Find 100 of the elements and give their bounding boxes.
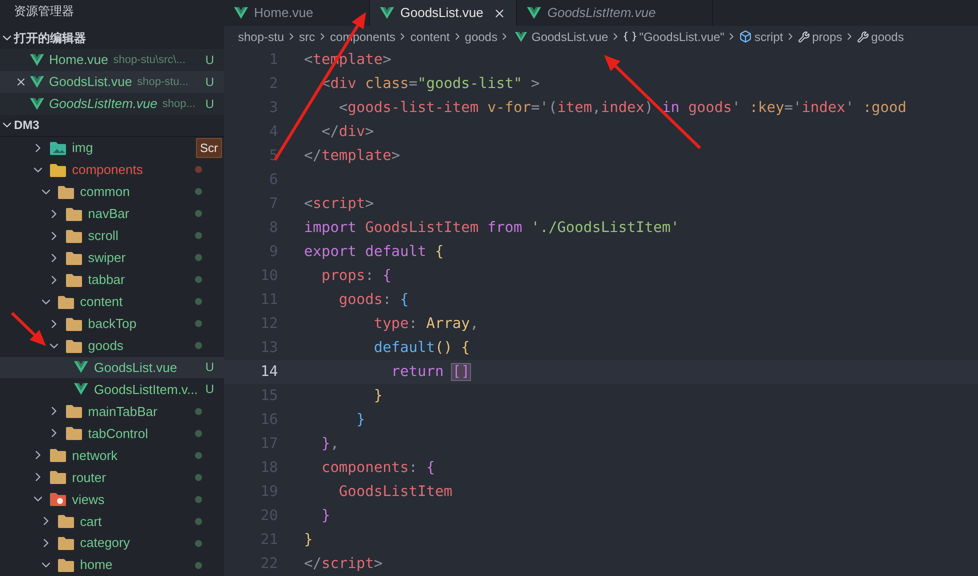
breadcrumb-item[interactable]: script [754,28,784,46]
git-status-label: U [205,381,214,398]
tree-item[interactable]: components [0,158,224,181]
folder-icon [66,316,82,331]
file-name: mainTabBar [88,402,158,421]
file-name: components [72,161,143,180]
file-name: category [80,534,130,552]
file-name: common [80,182,130,201]
breadcrumb-item[interactable]: "GoodsList.vue" [639,28,724,46]
section-header[interactable]: DM3 [14,116,40,134]
section-header[interactable]: 打开的编辑器 [14,28,86,47]
git-status-label: U [205,96,214,113]
vue-icon [74,361,88,374]
tree-item[interactable]: swiper [0,246,224,269]
vue-icon [515,32,528,42]
code-text: <goods-list-item v-for='(item,index) in goods' :key='index' :good [338,99,906,118]
tree-item[interactable]: GoodsListItem.v... U [0,378,224,400]
vue-icon [380,7,394,20]
code-text: default() { [372,339,470,358]
folder-icon [66,228,82,243]
code-text: goods: { [338,291,409,310]
folder-icon [50,492,66,506]
tree-item[interactable]: content [0,290,224,313]
tree-item[interactable]: scroll [0,224,224,247]
tree-item[interactable]: common [0,180,224,203]
folder-icon [50,140,66,155]
breadcrumb-item[interactable]: goods [871,28,904,46]
open-editor-item[interactable]: Home.vue shop-stu\src\... U [0,48,224,71]
code-text: props: { [320,267,392,286]
code-text: } [320,507,330,526]
breadcrumb-item[interactable]: goods [464,28,498,46]
file-name: goods [88,336,124,355]
tree-item[interactable]: network [0,444,224,466]
file-name: home [80,556,113,574]
file-name: navBar [88,204,130,223]
tree-item[interactable]: cart [0,510,224,532]
tree-item[interactable]: tabbar [0,268,224,291]
editor-tab[interactable]: GoodsList.vue [370,0,518,26]
cube-icon [739,30,752,44]
folder-icon [50,162,66,177]
tree-item[interactable]: router [0,466,224,488]
tree-item[interactable]: img Scr [0,136,224,159]
tooltip: Scr [196,138,222,158]
panel-title: 资源管理器 [14,2,74,20]
open-editor-item[interactable]: GoodsList.vue shop-stu... U [0,70,224,93]
tree-item[interactable]: backTop [0,312,224,335]
file-name: tabbar [88,270,125,289]
vue-icon [527,7,542,20]
tree-item[interactable]: tabControl [0,422,224,444]
open-editor-item[interactable]: GoodsListItem.vue shop... U [0,92,224,115]
vue-icon [74,383,88,396]
editor-tab[interactable]: GoodsListItem.vue [517,0,713,26]
vue-icon [30,54,44,66]
vue-icon [30,76,44,88]
breadcrumb-item[interactable]: GoodsList.vue [531,28,608,46]
tree-item[interactable]: views [0,488,224,510]
close-icon[interactable] [15,76,27,88]
breadcrumb-item[interactable]: shop-stu [238,28,284,46]
file-name: scroll [88,226,118,245]
file-name: router [72,468,106,487]
file-name: GoodsList.vue [94,358,178,377]
file-name: network [72,446,118,465]
folder-icon [66,426,82,440]
folder-icon [66,404,82,418]
tree-item[interactable]: GoodsList.vue U [0,356,224,378]
tree-item[interactable]: goods [0,334,224,356]
folder-icon [66,250,82,265]
tree-item[interactable]: mainTabBar [0,400,224,422]
code-text: GoodsListItem [338,483,452,502]
file-name: GoodsListItem.vue [49,95,158,114]
folder-icon [58,558,74,572]
file-name: content [80,292,123,311]
code-text: return [] [390,363,470,382]
annotation-arrow [10,312,46,346]
tree-item[interactable]: navBar [0,202,224,225]
folder-icon [66,272,82,287]
git-status-label: U [205,359,214,376]
wrench-icon [798,30,810,43]
file-path: shop-stu\src\... [113,52,186,68]
breadcrumb-item[interactable]: src [299,28,316,46]
breadcrumb-item[interactable]: props [812,28,842,46]
folder-icon [50,470,66,484]
file-name: tabControl [88,424,148,443]
code-text: } [304,531,313,550]
code-text: </template> [304,147,400,166]
tree-item[interactable]: home [0,554,224,576]
braces-icon [623,31,638,42]
folder-icon [58,536,74,550]
folder-icon [58,184,74,199]
code-text: import GoodsListItem from './GoodsListItem' [304,219,680,238]
folder-icon [50,448,66,462]
code-text: components: { [320,459,435,478]
tree-item[interactable]: category [0,532,224,554]
code-text: </script> [304,555,383,574]
code-text: type: Array, [372,315,479,334]
close-icon[interactable] [493,6,506,20]
file-name: views [72,490,105,509]
file-path: shop... [162,96,196,112]
git-status-label: U [205,74,214,91]
breadcrumb-item[interactable]: content [410,28,450,46]
